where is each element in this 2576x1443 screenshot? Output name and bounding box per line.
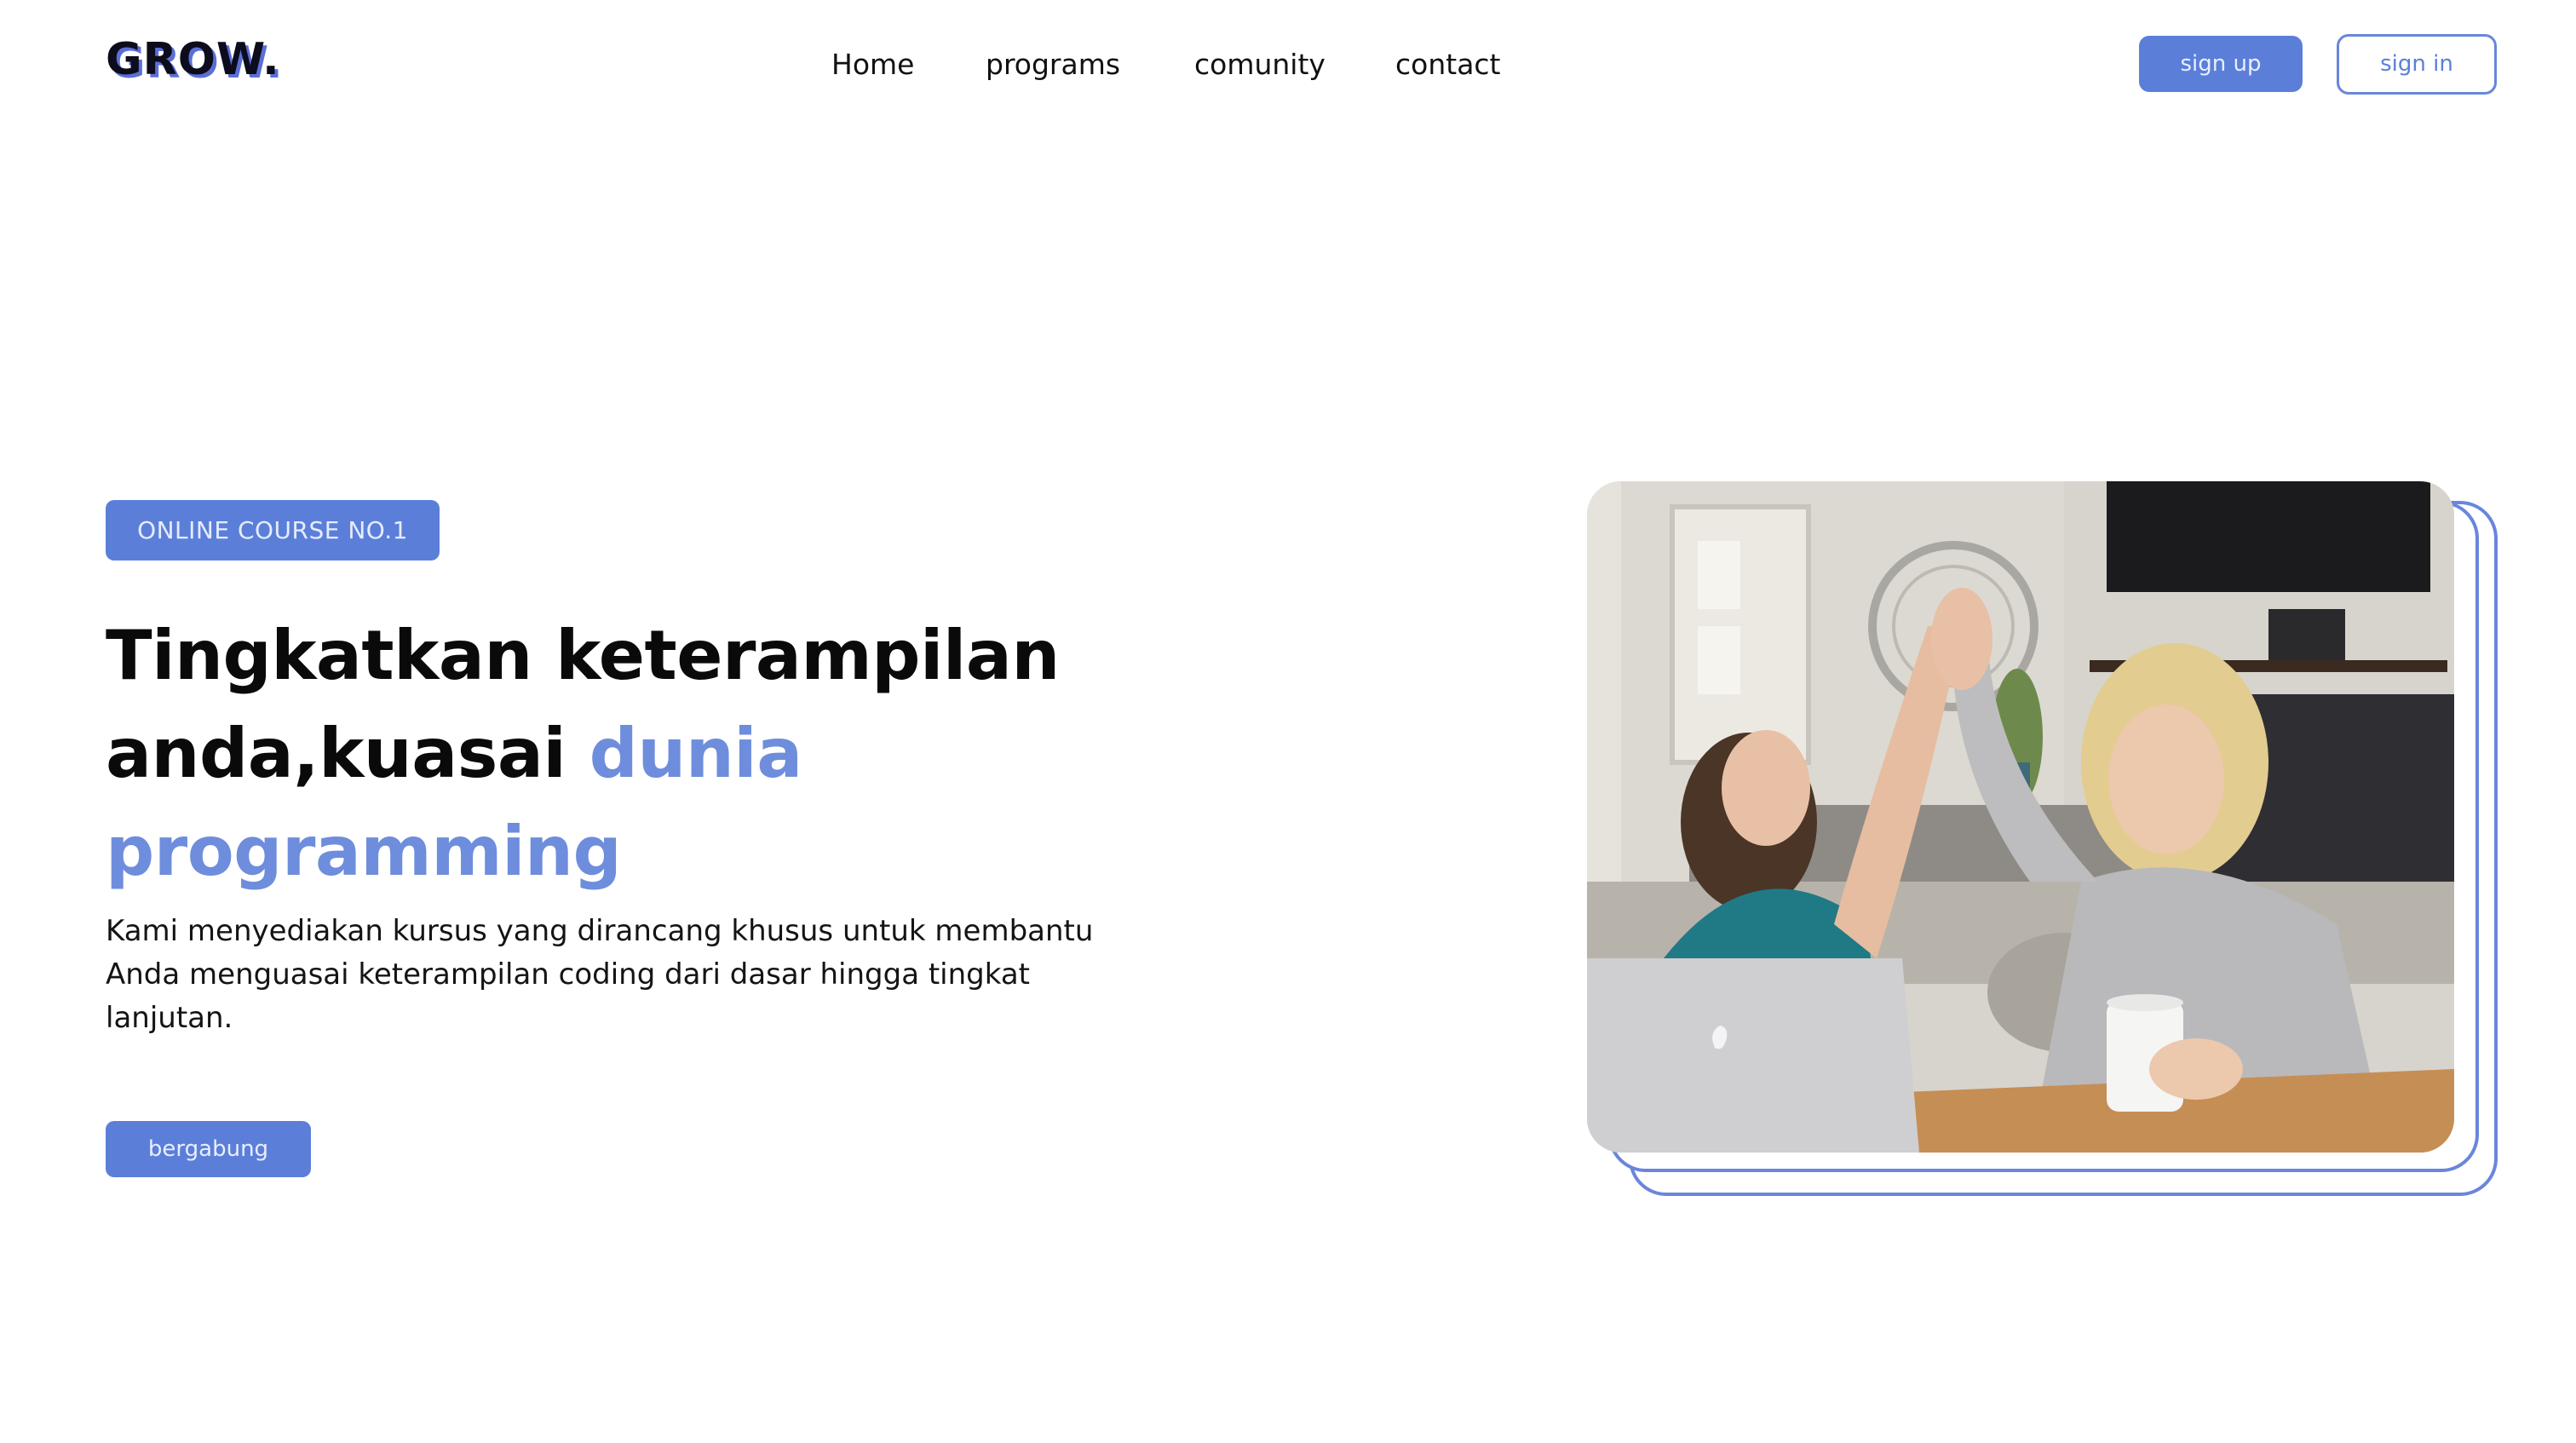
headline-accent-dunia: dunia [589,714,803,793]
nav-link-programs[interactable]: programs [986,44,1120,85]
headline-accent-programming: programming [106,812,622,891]
headline-line-2: anda,kuasai [106,714,589,793]
nav-link-home[interactable]: Home [831,44,914,85]
hero-photo [1587,481,2454,1153]
hero-description: Kami menyediakan kursus yang dirancang k… [106,914,1094,1035]
high-five-photo-illustration [1587,481,2454,1153]
online-course-badge: ONLINE COURSE NO.1 [106,500,440,561]
sign-in-button[interactable]: sign in [2337,34,2497,95]
nav-link-contact[interactable]: contact [1395,44,1501,85]
nav-link-comunity[interactable]: comunity [1194,44,1325,85]
sign-up-button[interactable]: sign up [2139,36,2303,92]
hero-headline: Tingkatkan keterampilan anda,kuasai duni… [106,607,1213,900]
brand-logo[interactable]: GROW. [106,34,280,85]
headline-line-1: Tingkatkan keterampilan [106,616,1060,695]
join-button[interactable]: bergabung [106,1121,311,1177]
